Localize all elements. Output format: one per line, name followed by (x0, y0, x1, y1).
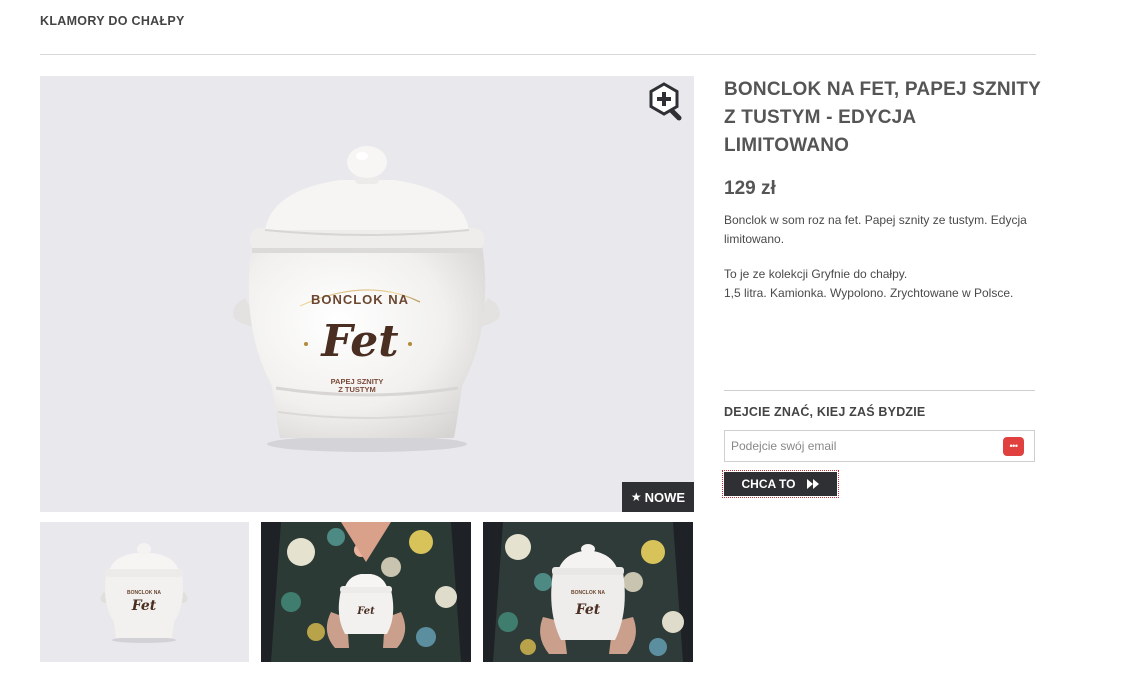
notify-submit-button[interactable]: CHCA TO (722, 470, 839, 498)
zoom-in-icon[interactable] (648, 82, 684, 122)
section-divider (724, 390, 1035, 391)
thumbnail-jar-studio[interactable]: BONCLOK NA Fet (40, 522, 249, 662)
thumbnail-jar-held-2[interactable]: BONCLOK NA Fet (483, 522, 693, 662)
product-details: To je ze kolekcji Gryfnie do chałpy. 1,5… (724, 265, 1044, 303)
jar-label-bottom-2: Z TUSTYM (338, 385, 376, 394)
svg-text:Fet: Fet (356, 606, 375, 617)
fast-forward-icon (806, 478, 820, 490)
main-product-image[interactable]: BONCLOK NA Fet PAPEJ SZNITY Z TUSTYM ★ N… (40, 76, 694, 512)
password-manager-icon[interactable]: ••• (1003, 437, 1024, 456)
jar-illustration: BONCLOK NA Fet PAPEJ SZNITY Z TUSTYM (233, 146, 500, 452)
svg-text:BONCLOK NA: BONCLOK NA (571, 590, 605, 596)
notify-heading: DEJCIE ZNAĆ, KIEJ ZAŚ BYDZIE (724, 405, 926, 419)
breadcrumb[interactable]: KLAMORY DO CHAŁPY (40, 14, 185, 28)
svg-text:Fet: Fet (575, 602, 601, 618)
email-field-container: ••• (724, 430, 1035, 462)
thumbnail-jar-held-1[interactable]: Fet (261, 522, 471, 662)
product-price: 129 zł (724, 178, 776, 199)
email-field[interactable] (725, 431, 995, 461)
product-title: BONCLOK NA FET, PAPEJ SZNITY Z TUSTYM - … (724, 79, 1041, 156)
product-details-line: To je ze kolekcji Gryfnie do chałpy. (724, 267, 908, 281)
new-badge-label: NOWE (644, 489, 686, 505)
star-icon: ★ (630, 490, 642, 504)
top-divider (40, 54, 1036, 55)
jar-label-main: Fet (319, 316, 398, 367)
jar-label-top: BONCLOK NA (311, 292, 409, 307)
product-description: Bonclok w som roz na fet. Papej sznity z… (724, 213, 1027, 246)
svg-text:BONCLOK NA: BONCLOK NA (127, 590, 161, 596)
svg-text:Fet: Fet (131, 598, 157, 614)
product-details-line: 1,5 litra. Kamionka. Wypolono. Zrychtowa… (724, 286, 1014, 300)
notify-submit-label: CHCA TO (741, 477, 796, 491)
new-badge: ★ NOWE (622, 482, 694, 512)
